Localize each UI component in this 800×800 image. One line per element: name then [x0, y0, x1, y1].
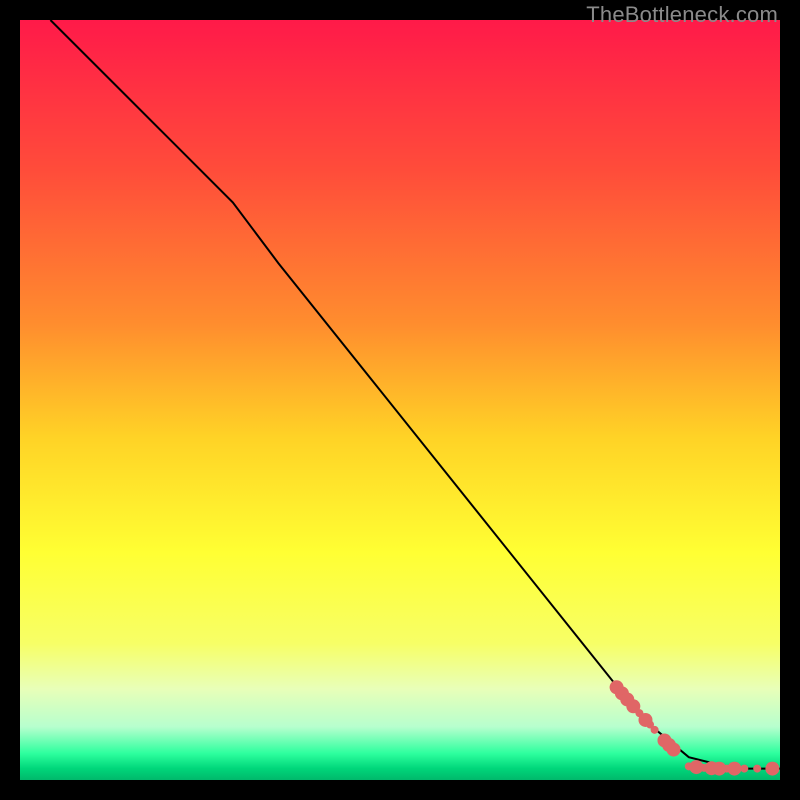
data-point: [753, 765, 761, 773]
watermark-text: TheBottleneck.com: [586, 2, 778, 28]
data-point: [740, 765, 748, 773]
gradient-background: [20, 20, 780, 780]
data-point: [651, 726, 659, 734]
chart-frame: [20, 20, 780, 780]
data-point: [727, 762, 741, 776]
data-point: [765, 762, 779, 776]
chart-svg: [20, 20, 780, 780]
data-point: [667, 743, 681, 757]
